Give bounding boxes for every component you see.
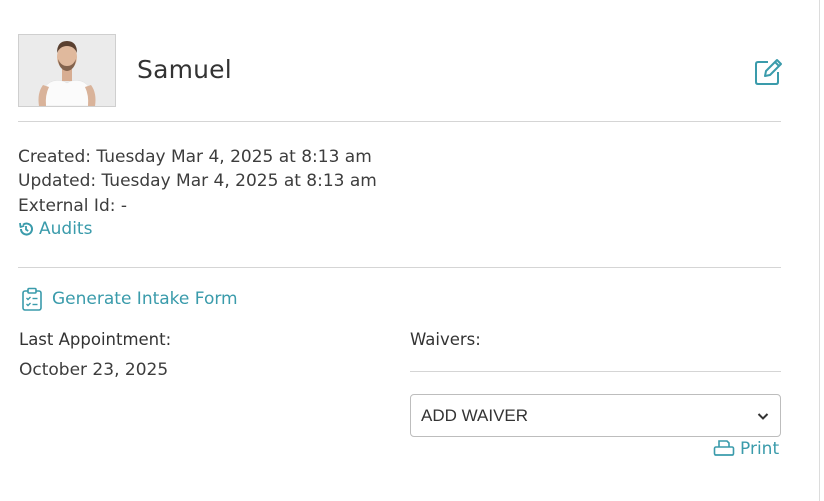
- audits-link[interactable]: Audits: [18, 219, 92, 239]
- person-photo: [19, 35, 115, 106]
- print-label: Print: [740, 439, 780, 459]
- client-detail-panel: Samuel Created: Tuesday Mar 4, 2025 at 8…: [0, 0, 824, 501]
- audits-label: Audits: [39, 219, 93, 239]
- waivers-label: Waivers:: [410, 330, 481, 349]
- generate-intake-form-label: Generate Intake Form: [52, 289, 238, 309]
- external-id-text: External Id: -: [18, 196, 128, 216]
- history-icon: [19, 222, 33, 236]
- divider: [410, 371, 781, 372]
- client-name: Samuel: [137, 55, 232, 84]
- print-link[interactable]: Print: [713, 439, 779, 459]
- divider: [18, 267, 781, 268]
- generate-intake-form-link[interactable]: Generate Intake Form: [21, 287, 238, 311]
- clipboard-check-icon: [22, 287, 42, 311]
- last-appointment-label: Last Appointment:: [19, 330, 172, 349]
- add-waiver-selected-value: ADD WAIVER: [421, 405, 529, 425]
- panel-border: [819, 0, 820, 501]
- chevron-down-icon: [757, 412, 769, 420]
- last-appointment-value: October 23, 2025: [19, 360, 169, 380]
- updated-text: Updated: Tuesday Mar 4, 2025 at 8:13 am: [18, 171, 377, 191]
- avatar: [18, 34, 116, 107]
- created-text: Created: Tuesday Mar 4, 2025 at 8:13 am: [18, 147, 372, 167]
- add-waiver-select[interactable]: ADD WAIVER: [410, 394, 781, 437]
- edit-icon[interactable]: [753, 57, 783, 87]
- printer-icon: [713, 440, 735, 456]
- divider: [18, 121, 781, 122]
